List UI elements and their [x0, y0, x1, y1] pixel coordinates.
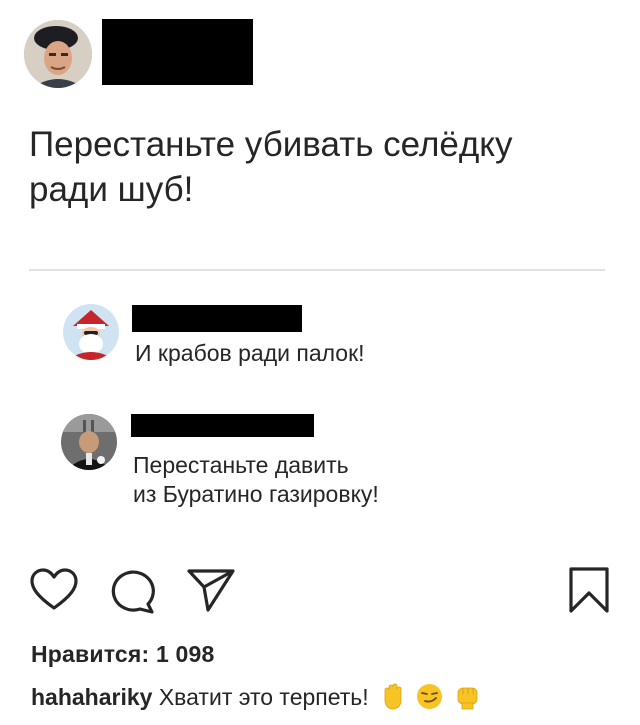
caption: hahahariky Хватит это терпеть!: [31, 683, 481, 711]
author-name-redacted: [102, 19, 253, 85]
likes-count[interactable]: Нравится: 1 098: [31, 641, 215, 668]
raised-hand-emoji: [379, 683, 406, 710]
bookmark-icon[interactable]: [568, 566, 610, 614]
author-avatar-image: [24, 20, 92, 88]
reply-text-line: И крабов ради палок!: [135, 340, 365, 366]
reply-avatar[interactable]: [61, 414, 117, 470]
reply-username-redacted: [132, 305, 302, 332]
post-text: Перестаньте убивать селёдку ради шуб!: [29, 122, 513, 212]
post-text-line: ради шуб!: [29, 170, 194, 209]
raised-fist-emoji: [454, 683, 481, 710]
post-text-line: Перестаньте убивать селёдку: [29, 125, 513, 164]
divider: [29, 269, 605, 271]
heart-outline-icon[interactable]: [29, 568, 79, 612]
godfather-avatar-image: [61, 414, 117, 470]
reply-text-line: из Буратино газировку!: [133, 481, 379, 507]
author-avatar[interactable]: [24, 20, 92, 88]
caption-text: Хватит это терпеть!: [158, 684, 369, 710]
paper-plane-icon[interactable]: [186, 567, 236, 613]
santa-avatar-image: [63, 304, 119, 360]
reply-avatar[interactable]: [63, 304, 119, 360]
reply-username-redacted: [131, 414, 314, 437]
smirking-face-emoji: [416, 683, 443, 710]
comment-bubble-icon[interactable]: [108, 568, 156, 614]
caption-username[interactable]: hahahariky: [31, 684, 152, 710]
reply-text: И крабов ради палок!: [135, 339, 365, 368]
reply-text-line: Перестаньте давить: [133, 452, 349, 478]
reply-text: Перестаньте давить из Буратино газировку…: [133, 451, 379, 509]
